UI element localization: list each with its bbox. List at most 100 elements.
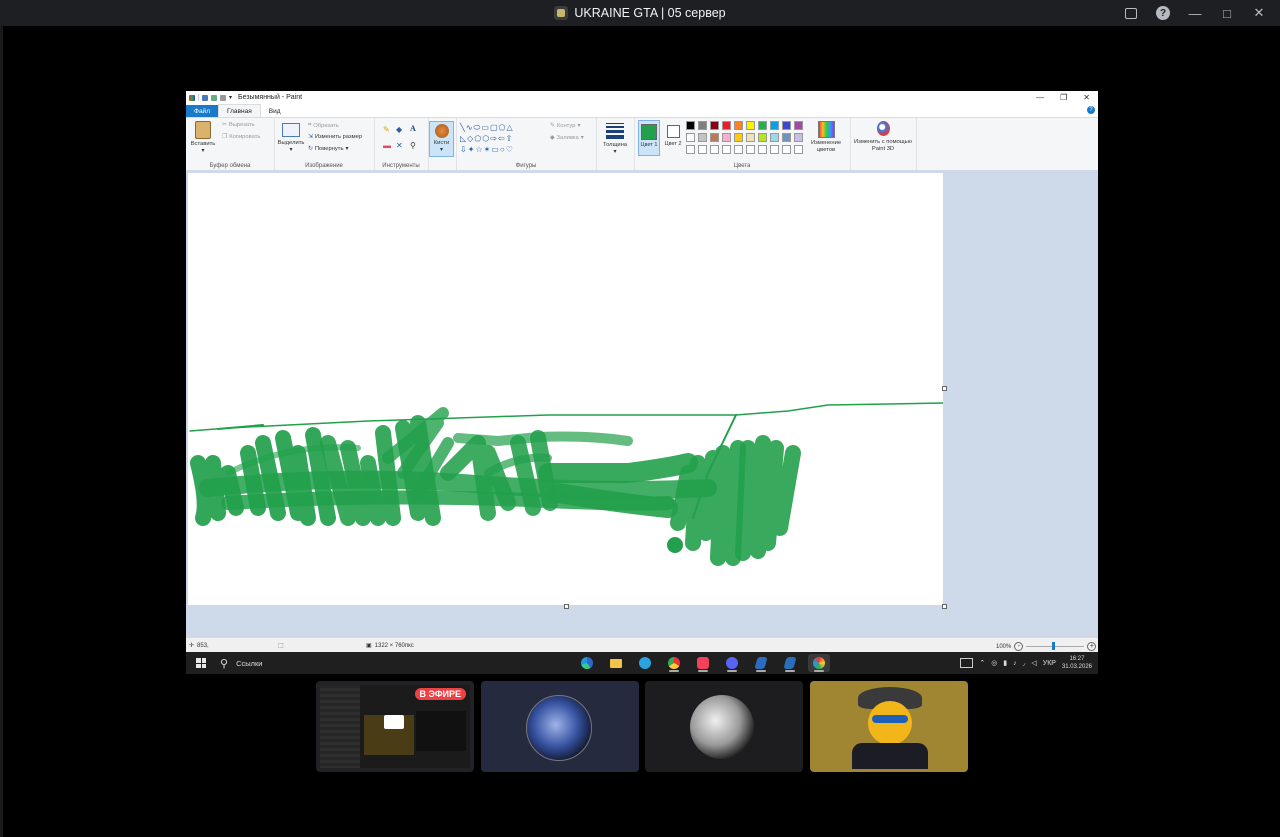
close-icon[interactable]: ✕ [1252, 5, 1266, 20]
palette-swatch[interactable] [746, 145, 755, 154]
triangle-shape-icon[interactable]: △ [506, 123, 513, 132]
speaker-icon[interactable]: ♪ [1013, 660, 1017, 667]
participant-tile-4[interactable] [810, 681, 968, 772]
vs-icon-2[interactable] [779, 654, 801, 672]
palette-swatch[interactable] [734, 121, 743, 130]
resize-handle-right[interactable] [942, 386, 947, 391]
shapes-gallery[interactable]: ╲∿⬭▭▢⬠△ ◺◇⬠⬡⇨⇦⇧ ⇩✦☆✶▭○♡ [460, 122, 546, 156]
palette-swatch[interactable] [770, 121, 779, 130]
tab-view[interactable]: Вид [261, 105, 289, 117]
participant-tile-stream[interactable]: В ЭФИРЕ [316, 681, 474, 772]
palette-swatch[interactable] [698, 121, 707, 130]
undo-icon[interactable] [211, 94, 217, 101]
save-icon[interactable] [202, 94, 208, 101]
palette-swatch[interactable] [794, 121, 803, 130]
color2-button[interactable]: Цвет 2 [664, 120, 682, 156]
drawing-canvas[interactable] [188, 173, 944, 605]
palette-swatch[interactable] [710, 145, 719, 154]
paint-taskbar-icon[interactable] [808, 654, 830, 672]
palette-swatch[interactable] [770, 145, 779, 154]
copy-button[interactable]: ❐ Копировать [222, 134, 260, 140]
pencil-icon[interactable]: ✎ [383, 126, 390, 134]
language-indicator[interactable]: УКР [1043, 660, 1056, 667]
chrome-icon[interactable] [663, 654, 685, 672]
palette-swatch[interactable] [722, 133, 731, 142]
paste-button[interactable]: Вставить ▾ [188, 121, 218, 154]
telegram-icon[interactable] [634, 654, 656, 672]
crop-button[interactable]: ⌗ Обрезать [308, 122, 339, 129]
vs-icon-1[interactable] [750, 654, 772, 672]
resize-handle-corner[interactable] [942, 604, 947, 609]
palette-swatch[interactable] [710, 121, 719, 130]
zoom-out-icon[interactable]: - [1014, 642, 1024, 651]
outline-button[interactable]: ✎ Контур ▾ [550, 123, 580, 129]
palette-swatch[interactable] [698, 133, 707, 142]
rect-shape-icon[interactable]: ▭ [481, 123, 490, 132]
fill-icon[interactable]: ◆ [396, 126, 402, 134]
size-button[interactable]: Толщина ▾ [599, 123, 631, 155]
zoom-slider[interactable] [1026, 642, 1085, 650]
palette-swatch[interactable] [722, 145, 731, 154]
tray-network-icon[interactable]: ◎ [991, 659, 997, 667]
magnifier-icon[interactable]: ⚲ [410, 142, 416, 150]
start-button[interactable] [196, 658, 206, 668]
arrow-left-shape-icon[interactable]: ⇦ [498, 134, 506, 143]
palette-swatch[interactable] [710, 133, 719, 142]
zoom-thumb[interactable] [1052, 642, 1056, 650]
heart-shape-icon[interactable]: ♡ [506, 145, 514, 154]
discord-icon[interactable] [721, 654, 743, 672]
paint-close-icon[interactable]: ✕ [1083, 93, 1090, 102]
fill-shape-button[interactable]: ◆ Заливка ▾ [550, 135, 584, 141]
arrow-right-shape-icon[interactable]: ⇨ [490, 134, 498, 143]
palette-swatch[interactable] [722, 121, 731, 130]
microphone-icon[interactable]: ▮ [1003, 659, 1007, 667]
arrow-down-shape-icon[interactable]: ⇩ [460, 145, 468, 154]
zoom-in-icon[interactable]: + [1087, 642, 1097, 651]
palette-swatch[interactable] [782, 133, 791, 142]
rounded-rect-shape-icon[interactable]: ▢ [490, 123, 499, 132]
palette-swatch[interactable] [686, 145, 695, 154]
paint-minimize-icon[interactable]: — [1036, 93, 1044, 102]
palette-swatch[interactable] [758, 121, 767, 130]
palette-swatch[interactable] [734, 133, 743, 142]
volume-icon[interactable]: ◁ [1031, 659, 1036, 667]
cut-button[interactable]: ✂ Вырезать [222, 122, 255, 128]
palette-swatch[interactable] [782, 121, 791, 130]
text-tool-icon[interactable]: A [410, 125, 416, 133]
color1-button[interactable]: Цвет 1 [638, 120, 660, 156]
clock[interactable]: 16:27 31.03.2026 [1062, 655, 1092, 671]
participant-tile-2[interactable] [481, 681, 639, 772]
palette-swatch[interactable] [686, 121, 695, 130]
inbox-icon[interactable] [1124, 6, 1138, 20]
resize-button[interactable]: ⇲ Изменить размер [308, 134, 362, 140]
eraser-icon[interactable]: ▬ [383, 142, 391, 150]
color-picker-icon[interactable]: ✕ [396, 142, 403, 150]
redo-icon[interactable] [220, 94, 226, 101]
edit-colors-button[interactable]: Изменение цветов [806, 121, 846, 153]
paint3d-button[interactable]: Изменить с помощью Paint 3D [852, 121, 914, 152]
palette-swatch[interactable] [770, 133, 779, 142]
palette-swatch[interactable] [794, 145, 803, 154]
palette-swatch[interactable] [758, 133, 767, 142]
taskbar-search[interactable]: ⚲ Ссылки [220, 657, 262, 670]
tab-home[interactable]: Главная [217, 104, 261, 117]
brushes-button[interactable]: Кисти ▾ [429, 121, 454, 157]
qa-dropdown-icon[interactable]: ▾ [229, 94, 232, 101]
palette-swatch[interactable] [758, 145, 767, 154]
edge-icon[interactable] [576, 654, 598, 672]
curve-shape-icon[interactable]: ∿ [466, 123, 474, 132]
wifi-icon[interactable]: ◞ [1023, 659, 1026, 667]
rotate-button[interactable]: ↻ Повернуть ▾ [308, 146, 348, 152]
resize-handle-bottom[interactable] [564, 604, 569, 609]
palette-swatch[interactable] [686, 133, 695, 142]
paint-restore-icon[interactable]: ❐ [1060, 93, 1067, 102]
file-explorer-icon[interactable] [605, 654, 627, 672]
palette-swatch[interactable] [746, 133, 755, 142]
callout-rect-shape-icon[interactable]: ▭ [491, 145, 500, 154]
paint-help-icon[interactable]: ? [1087, 106, 1095, 114]
arrow-up-shape-icon[interactable]: ⇧ [506, 134, 514, 143]
minimize-icon[interactable]: — [1188, 6, 1202, 21]
tray-app-icon[interactable] [960, 658, 974, 668]
palette-swatch[interactable] [734, 145, 743, 154]
star5-shape-icon[interactable]: ☆ [475, 145, 483, 154]
